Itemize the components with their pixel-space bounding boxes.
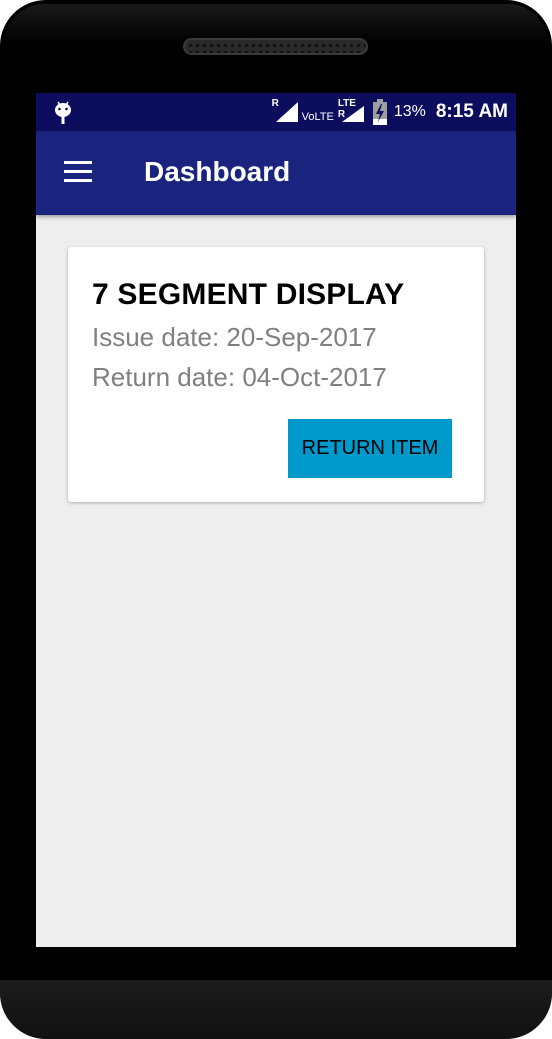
return-date: Return date: 04-Oct-2017	[92, 362, 387, 392]
phone-bottom-bezel	[0, 980, 552, 1039]
sim2-tag: LTE R	[337, 98, 356, 120]
issue-date: Issue date: 20-Sep-2017	[92, 322, 377, 352]
hamburger-menu-icon[interactable]	[60, 159, 94, 187]
page-title: Dashboard	[144, 156, 291, 187]
sim1-tag: R	[271, 98, 279, 109]
item-title: 7 SEGMENT DISPLAY	[92, 278, 405, 311]
phone-speaker	[183, 38, 368, 55]
signal-sim1: R	[271, 98, 300, 124]
return-item-button[interactable]: RETURN ITEM	[288, 419, 452, 478]
battery-percent: 13%	[393, 103, 426, 120]
phone-frame: R VoLTE LTE R 13% 8:15 AM Dashboard 7 SE…	[0, 0, 552, 1039]
status-time: 8:15 AM	[435, 101, 508, 122]
status-bar: R VoLTE LTE R 13% 8:15 AM	[36, 93, 516, 131]
volte-label: VoLTE	[301, 111, 334, 123]
app-bar: Dashboard	[36, 131, 516, 215]
battery-charging-icon	[372, 99, 387, 125]
signal-sim2: LTE R	[337, 98, 366, 124]
screen: R VoLTE LTE R 13% 8:15 AM Dashboard 7 SE…	[36, 93, 516, 947]
status-icons: R VoLTE LTE R 13% 8:15 AM	[271, 93, 508, 131]
issued-item-card: 7 SEGMENT DISPLAY Issue date: 20-Sep-201…	[68, 247, 484, 502]
android-icon	[55, 101, 71, 124]
